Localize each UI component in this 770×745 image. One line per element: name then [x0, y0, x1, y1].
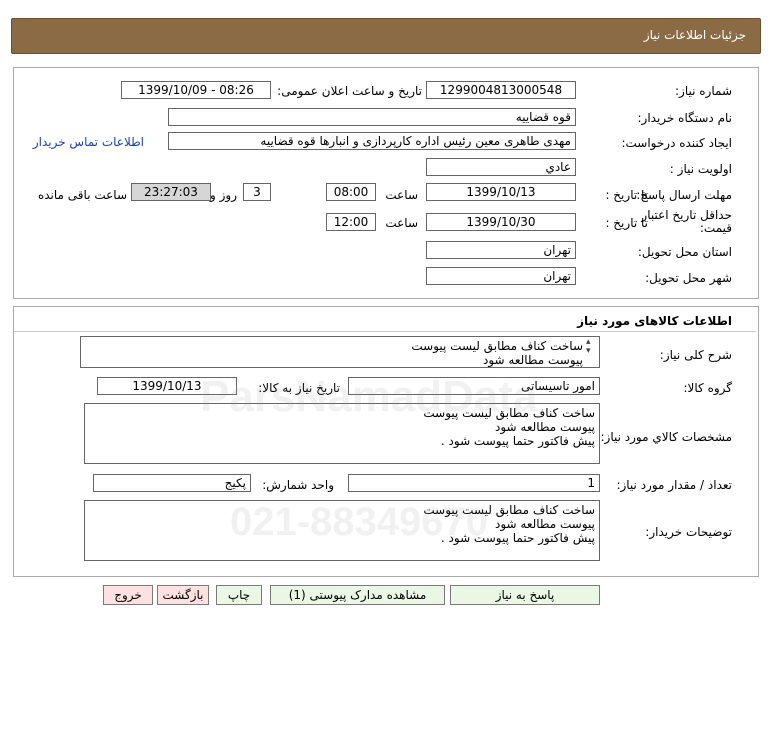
validity-time-label: ساعت	[385, 216, 418, 230]
days-label: روز و	[210, 188, 237, 202]
back-button[interactable]: بازگشت	[157, 585, 209, 605]
attachments-button[interactable]: مشاهده مدارک پیوستی (1)	[270, 585, 445, 605]
priority-label: اولویت نیاز :	[669, 162, 732, 176]
need-date-field: 1399/10/13	[97, 377, 237, 395]
notes-line: پیوست مطالعه شود	[494, 517, 595, 531]
requester-label: ایجاد کننده درخواست:	[621, 136, 732, 150]
specs-line: پیوست مطالعه شود	[494, 420, 595, 434]
deadline-date-field: 1399/10/13	[426, 183, 576, 201]
specs-line: ساخت کناف مطابق لیست پیوست	[423, 406, 595, 420]
city-field: تهران	[426, 267, 576, 285]
print-button[interactable]: چاپ	[216, 585, 262, 605]
need-details-panel	[13, 67, 759, 299]
priority-field: عادي	[426, 158, 576, 176]
deadline-to-date-label: تا تاریخ :	[605, 188, 648, 202]
unit-field: پکیج	[93, 474, 251, 492]
unit-label: واحد شمارش:	[262, 478, 334, 492]
requester-field: مهدی طاهری معین رئیس اداره کارپردازی و ا…	[168, 132, 576, 150]
notes-line: ساخت کناف مطابق لیست پیوست	[423, 503, 595, 517]
days-field: 3	[243, 183, 271, 201]
buyer-notes-field: ساخت کناف مطابق لیست پیوست پیوست مطالعه …	[84, 500, 600, 561]
validity-label: حداقل تاریخ اعتبار قیمت:	[641, 208, 732, 235]
need-number-field: 1299004813000548	[426, 81, 576, 99]
validity-date-field: 1399/10/30	[426, 213, 576, 231]
buyer-notes-label: توضیحات خریدار:	[645, 525, 732, 539]
scroll-arrows-icon[interactable]: ▴ ▾	[586, 338, 591, 356]
province-field: تهران	[426, 241, 576, 259]
goods-title-divider	[14, 331, 756, 332]
announce-label: تاریخ و ساعت اعلان عمومی:	[277, 84, 422, 98]
validity-time-field: 12:00	[326, 213, 376, 231]
reply-button[interactable]: پاسخ به نیاز	[450, 585, 600, 605]
deadline-time-label: ساعت	[385, 188, 418, 202]
deadline-time-field: 08:00	[326, 183, 376, 201]
city-label: شهر محل تحویل:	[645, 271, 732, 285]
remaining-time-field: 23:27:03	[131, 183, 211, 201]
need-date-label: تاریخ نیاز به کالا:	[258, 381, 340, 395]
group-field: امور تاسیساتی	[348, 377, 600, 395]
goods-section-title: اطلاعات کالاهای مورد نیاز	[577, 314, 732, 328]
specs-line: پیش فاکتور حتما پیوست شود .	[440, 434, 595, 448]
desc-line: ساخت کناف مطابق لیست پیوست	[411, 339, 583, 353]
buyer-org-field: قوه قضاییه	[168, 108, 576, 126]
validity-to-date-label: تا تاریخ :	[605, 216, 648, 230]
page-title: جزئیات اطلاعات نیاز	[643, 28, 746, 42]
need-number-label: شماره نیاز:	[675, 84, 732, 98]
qty-label: تعداد / مقدار مورد نیاز:	[616, 478, 732, 492]
buyer-contact-link[interactable]: اطلاعات تماس خریدار	[33, 135, 144, 149]
desc-line: پیوست مطالعه شود	[482, 353, 583, 367]
buyer-org-label: نام دستگاه خریدار:	[637, 111, 733, 125]
notes-line: پیش فاکتور حتما پیوست شود .	[440, 531, 595, 545]
announce-field: 1399/10/09 - 08:26	[121, 81, 271, 99]
province-label: استان محل تحویل:	[637, 245, 732, 259]
specs-label: مشخصات کالاي مورد نیاز:	[600, 430, 732, 444]
deadline-label: مهلت ارسال پاسخ:	[636, 188, 732, 202]
desc-label: شرح کلی نیاز:	[659, 348, 732, 362]
specs-field: ساخت کناف مطابق لیست پیوست پیوست مطالعه …	[84, 403, 600, 464]
remaining-label: ساعت باقی مانده	[37, 188, 127, 202]
exit-button[interactable]: خروج	[103, 585, 153, 605]
page-header: جزئیات اطلاعات نیاز	[11, 18, 761, 54]
group-label: گروه کالا:	[683, 381, 733, 395]
qty-field: 1	[348, 474, 600, 492]
desc-field: ساخت کناف مطابق لیست پیوست پیوست مطالعه …	[80, 336, 600, 368]
